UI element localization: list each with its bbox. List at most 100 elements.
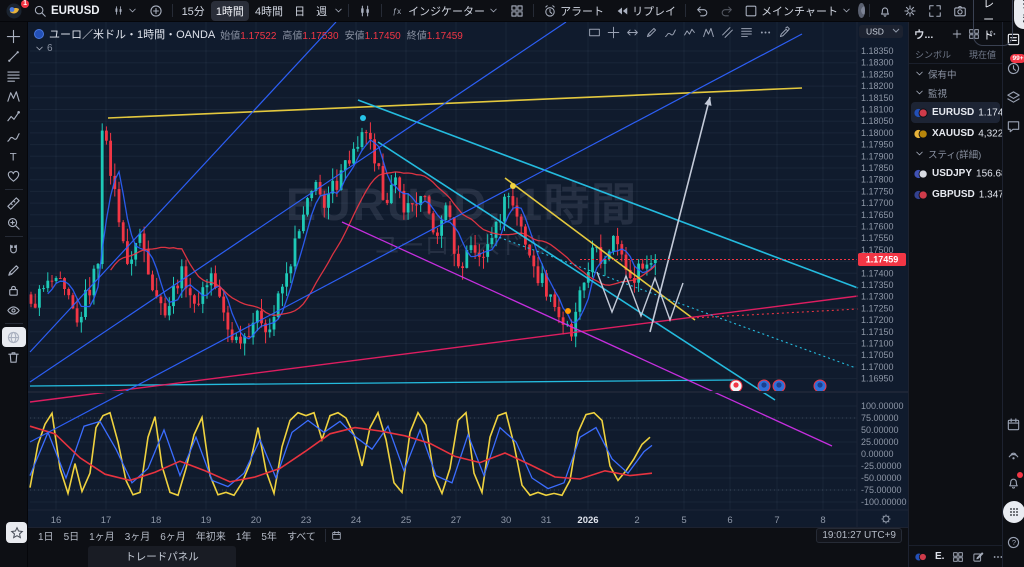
publish-button[interactable]: 投稿 <box>1013 0 1024 29</box>
replay-button[interactable]: リプレイ <box>610 1 681 21</box>
lock-all-toggle[interactable] <box>2 280 26 300</box>
interval-button-日[interactable]: 日 <box>289 1 310 21</box>
watchlist-row-GBPUSD[interactable]: GBPUSD1.34738 <box>911 184 1013 205</box>
interval-button-4時間[interactable]: 4時間 <box>250 1 288 21</box>
trade-button[interactable]: トレード <box>973 0 1013 46</box>
measure-tool[interactable] <box>2 193 26 213</box>
legend-title[interactable]: ユーロ／米ドル・1時間・OANDA <box>49 26 215 42</box>
marker-yellow-dot[interactable] <box>510 183 516 189</box>
trendline-tool[interactable] <box>2 46 26 66</box>
xabcd-pattern-tool[interactable] <box>2 86 26 106</box>
watchlist-section-保有中[interactable]: 保有中 <box>909 64 1002 83</box>
range-button-5日[interactable]: 5日 <box>60 527 84 544</box>
chart-canvas[interactable]: EURUSD, 1時間ユーロ／米ドル1.183501.183001.182501… <box>28 22 908 527</box>
emoji-marker-blue-1[interactable] <box>757 379 771 393</box>
alert-button[interactable]: アラート <box>538 1 609 21</box>
axis-currency-button[interactable]: USD <box>859 25 903 38</box>
active-symbol-label[interactable]: E. <box>935 551 944 562</box>
watchlist-section-スティ(詳細)[interactable]: スティ(詳細) <box>909 144 1002 163</box>
symbol-mode-button[interactable] <box>108 3 143 18</box>
trade-panel-tab[interactable]: トレードパネル <box>88 546 236 567</box>
calendar-icon[interactable] <box>1004 414 1024 434</box>
emoji-marker-blue-3[interactable] <box>813 379 827 393</box>
crosshair-tool[interactable] <box>2 26 26 46</box>
watchlist-row-EURUSD[interactable]: EURUSD1.17458 <box>911 102 1013 123</box>
goto-date-calendar-icon[interactable] <box>331 530 342 541</box>
column-price[interactable]: 現在値 <box>969 48 996 61</box>
indicator-templates-button[interactable] <box>505 2 529 20</box>
clock-timestamp[interactable]: 19:01:27 UTC+9 <box>816 528 902 543</box>
chart-area[interactable]: EURUSD, 1時間 ユーロ／米ドル 1.18350 1.18300 1.18250 1… <box>28 22 908 527</box>
brush-icon[interactable] <box>664 26 677 39</box>
symbol-search[interactable]: EURUSD <box>26 2 107 20</box>
notifications-button[interactable] <box>873 2 897 20</box>
indicators-collapse-toggle[interactable]: 6 <box>34 43 53 54</box>
xabcd-icon[interactable] <box>702 26 715 39</box>
watchlist-row-XAUUSD[interactable]: XAUUSD4,322.610 <box>911 123 1021 144</box>
range-button-1年[interactable]: 1年 <box>232 527 256 544</box>
candle-style-button[interactable] <box>353 2 377 20</box>
notifications-bell-icon[interactable] <box>1004 472 1024 492</box>
chart-settings-button[interactable] <box>898 2 922 20</box>
indicators-button[interactable]: ƒx インジケーター <box>386 1 504 21</box>
text-tool[interactable]: T <box>2 146 26 166</box>
range-button-1日[interactable]: 1日 <box>34 527 58 544</box>
range-button-3ヶ月[interactable]: 3ヶ月 <box>121 527 155 544</box>
rectangle-icon[interactable] <box>588 26 601 39</box>
range-button-5年[interactable]: 5年 <box>257 527 281 544</box>
compose-icon[interactable] <box>972 551 984 563</box>
emoji-tool[interactable] <box>2 166 26 186</box>
range-button-年初来[interactable]: 年初来 <box>192 527 230 544</box>
undo-button[interactable] <box>690 2 714 20</box>
marker-cyan-dot[interactable] <box>360 115 366 121</box>
crosshair-icon[interactable] <box>607 26 620 39</box>
chevron-down-icon[interactable] <box>333 5 344 16</box>
layers-icon[interactable] <box>1004 87 1024 107</box>
help-icon[interactable]: ? <box>1004 532 1024 552</box>
range-button-1ヶ月[interactable]: 1ヶ月 <box>85 527 119 544</box>
hide-all-toggle[interactable] <box>2 300 26 320</box>
interval-button-週[interactable]: 週 <box>311 1 332 21</box>
apps-grid-button[interactable] <box>1002 501 1024 523</box>
emoji-marker-blue-2[interactable] <box>772 379 786 393</box>
arrows-h-icon[interactable] <box>626 26 639 39</box>
add-symbol-icon[interactable] <box>951 28 963 40</box>
user-avatar[interactable] <box>857 3 865 18</box>
fullscreen-button[interactable] <box>923 2 947 20</box>
favorites-star-button[interactable] <box>6 522 27 543</box>
dropper-icon[interactable] <box>778 26 791 39</box>
emoji-marker-red[interactable] <box>729 379 743 393</box>
fib-icon[interactable] <box>740 26 753 39</box>
zigzag-icon[interactable] <box>683 26 696 39</box>
chat-icon[interactable] <box>1004 116 1024 136</box>
alerts-clock-icon[interactable]: 99+ <box>1004 54 1024 78</box>
channel-icon[interactable] <box>721 26 734 39</box>
interval-button-1時間[interactable]: 1時間 <box>210 0 249 21</box>
redo-button[interactable] <box>715 2 739 20</box>
compare-button[interactable] <box>144 2 168 20</box>
watchlist-section-監視[interactable]: 監視 <box>909 83 1002 102</box>
marker-orange-dot[interactable] <box>565 308 571 314</box>
xabcd-icon <box>6 89 21 104</box>
dots-icon[interactable] <box>759 26 772 39</box>
watchlist-row-USDJPY[interactable]: USDJPY156.684 <box>911 163 1011 184</box>
zoom-in-tool[interactable] <box>2 213 26 233</box>
interval-button-15分[interactable]: 15分 <box>177 1 210 21</box>
forecast-tool[interactable] <box>2 106 26 126</box>
object-tree-globe-button[interactable] <box>1 327 26 347</box>
panel-grid-icon[interactable] <box>952 551 964 563</box>
drawing-mode-toggle[interactable] <box>2 260 26 280</box>
screenshot-button[interactable] <box>948 2 972 20</box>
range-button-6ヶ月[interactable]: 6ヶ月 <box>156 527 190 544</box>
column-symbol[interactable]: シンボル <box>915 48 951 61</box>
remove-all-button[interactable] <box>2 347 26 367</box>
tradingview-logo[interactable]: 1 <box>5 0 29 20</box>
range-button-すべて[interactable]: すべて <box>283 527 320 544</box>
layout-select-button[interactable]: メインチャート <box>739 1 857 21</box>
pencil-icon[interactable] <box>645 26 658 39</box>
fib-retracement-tool[interactable] <box>2 66 26 86</box>
broadcast-icon[interactable] <box>1004 443 1024 463</box>
brush-tool[interactable] <box>2 126 26 146</box>
watchlist-title[interactable]: ウ... <box>914 27 933 42</box>
magnet-tool[interactable] <box>2 240 26 260</box>
